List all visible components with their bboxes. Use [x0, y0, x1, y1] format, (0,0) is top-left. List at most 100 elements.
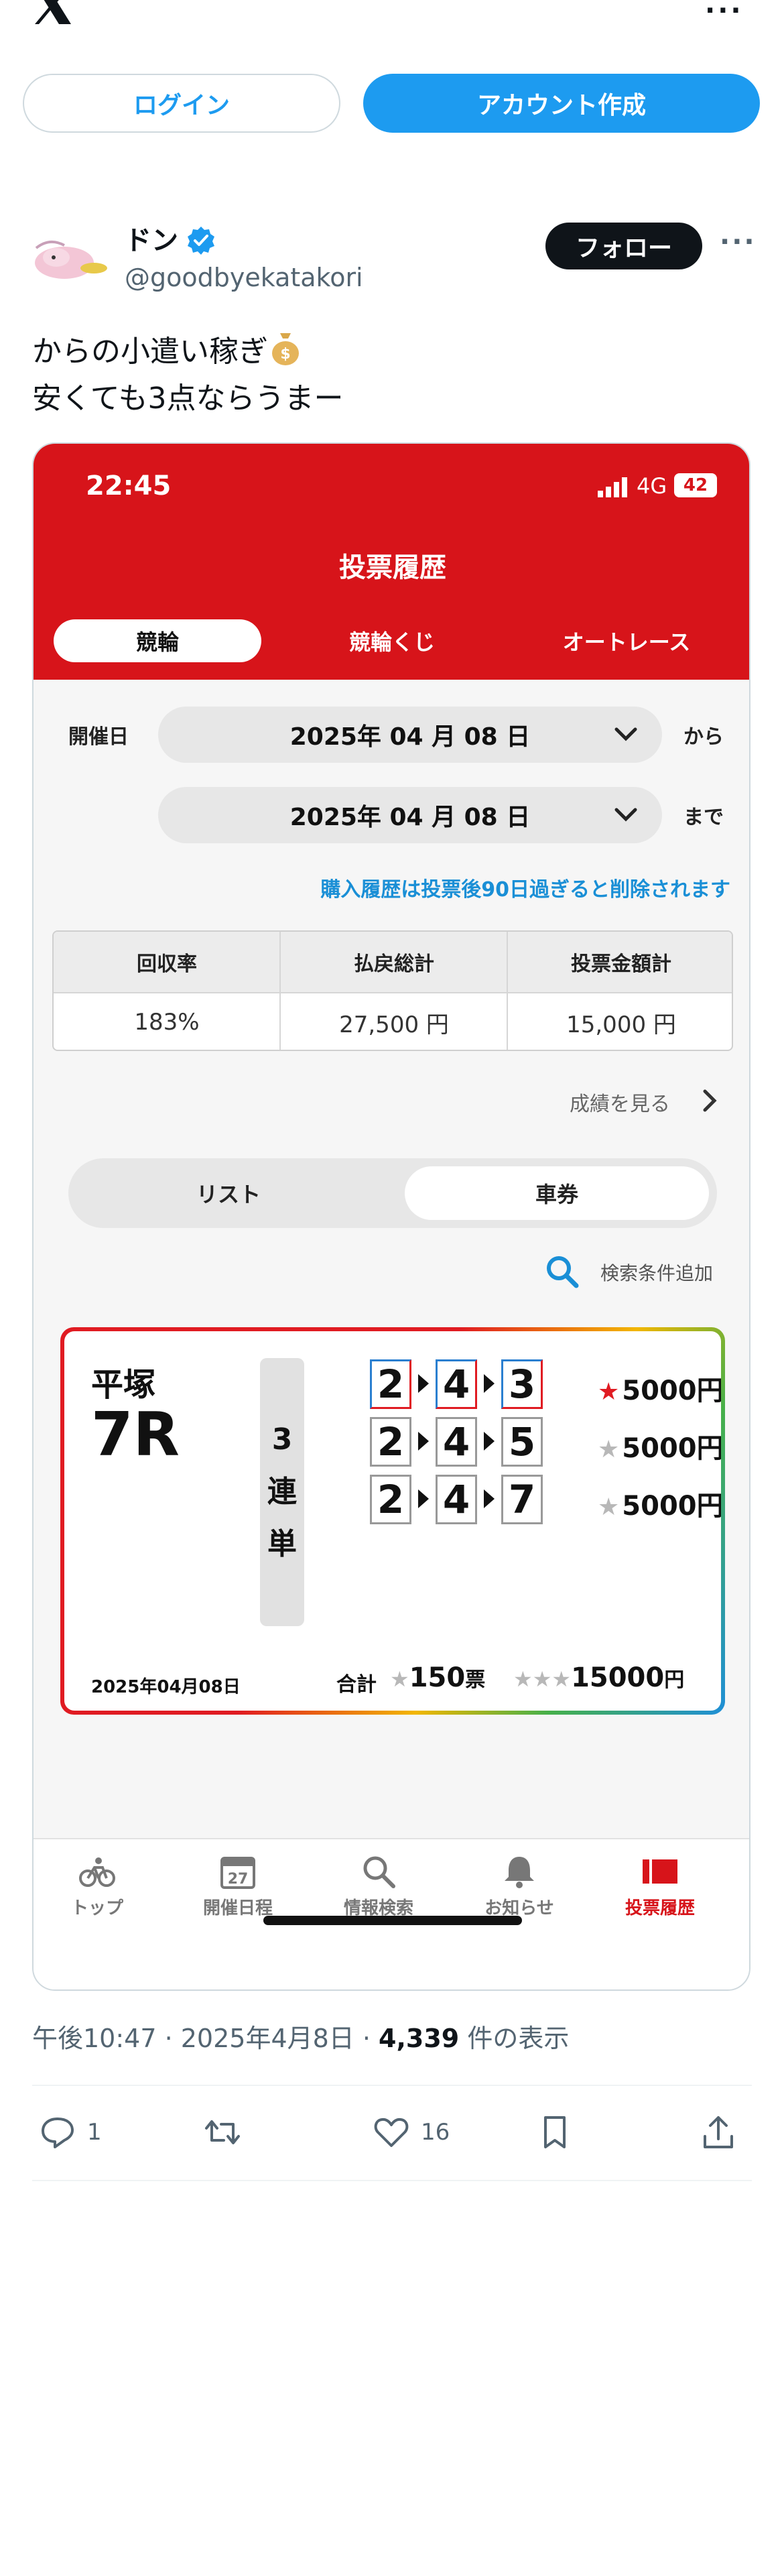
bet-number: 2	[370, 1475, 411, 1524]
bet-number: 2	[370, 1359, 411, 1409]
date-label: 開催日	[68, 725, 129, 749]
reply-button[interactable]: 1	[39, 2109, 102, 2156]
chevron-down-icon	[614, 808, 637, 822]
arrow-right-icon	[484, 1489, 495, 1508]
chevron-down-icon	[614, 727, 637, 741]
ticket-bet-type: 3連単	[260, 1358, 304, 1626]
more-icon[interactable]: ···	[705, 0, 744, 24]
star-icon: ★★★	[513, 1666, 572, 1692]
home-indicator[interactable]	[263, 1916, 522, 1925]
view-toggle: リスト 車券	[68, 1158, 717, 1228]
signal-icon	[598, 477, 627, 497]
post-meta: 午後10:47 · 2025年4月8日 · 4,339 件の表示	[32, 2018, 569, 2054]
login-button[interactable]: ログイン	[23, 74, 340, 133]
bet-number: 3	[501, 1359, 543, 1409]
star-icon: ★	[390, 1666, 409, 1692]
nav-schedule[interactable]: 27 開催日程	[174, 1854, 302, 1919]
ticket-race: 7R	[91, 1400, 180, 1470]
bell-icon	[505, 1857, 534, 1888]
star-icon: ★	[598, 1493, 620, 1521]
table-header: 回収率	[54, 932, 280, 992]
segment-list[interactable]: リスト	[76, 1166, 381, 1220]
bicycle-icon	[79, 1857, 115, 1887]
post-text-line1: からの小遣い稼ぎ	[32, 334, 268, 369]
table-divider	[279, 932, 281, 1050]
tab-keirin[interactable]: 競輪	[54, 619, 261, 662]
views-count: 4,339	[379, 2024, 460, 2053]
bet-amount: ★ 5000円	[598, 1433, 721, 1464]
calendar-icon: 27	[220, 1857, 255, 1889]
money-bag-icon: $	[272, 333, 299, 365]
divider	[32, 2180, 752, 2181]
table-cell: 15,000 円	[566, 1011, 676, 1038]
chevron-right-icon[interactable]	[700, 1089, 720, 1113]
nav-history[interactable]: 投票履歴	[596, 1854, 724, 1919]
page-title: 投票履歴	[339, 552, 446, 583]
search-add-link[interactable]: 検索条件追加	[600, 1259, 713, 1286]
tab-keirin-kuji[interactable]: 競輪くじ	[288, 619, 496, 662]
bet-number: 4	[436, 1359, 477, 1409]
table-cell: 27,500 円	[339, 1011, 449, 1038]
tab-auto-race[interactable]: オートレース	[523, 619, 730, 662]
results-link[interactable]: 成績を見る	[570, 1087, 670, 1117]
nav-search[interactable]: 情報検索	[315, 1854, 442, 1919]
star-icon: ★	[598, 1436, 620, 1463]
ticket-total-count: ★150票	[390, 1662, 486, 1693]
nav-top[interactable]: トップ	[34, 1854, 161, 1919]
arrow-right-icon	[418, 1432, 429, 1451]
retweet-button[interactable]	[204, 2109, 241, 2156]
table-header: 払戻総計	[281, 932, 507, 992]
network-type: 4G	[637, 473, 667, 499]
arrow-right-icon	[418, 1374, 429, 1393]
divider	[32, 2085, 752, 2086]
status-time: 22:45	[86, 471, 172, 501]
bet-ticket[interactable]: 平塚 7R 3連単 2 4 3 ★5000円 2 4 5 ★5000円 2	[60, 1327, 725, 1715]
like-count: 16	[421, 2119, 450, 2146]
star-icon: ★	[598, 1378, 620, 1406]
svg-text:$: $	[280, 346, 290, 363]
from-suffix: から	[683, 725, 724, 749]
views-suffix: 件の表示	[459, 2024, 570, 2053]
date-from-select[interactable]: 2025年 04 月 08 日	[158, 707, 662, 763]
bet-number: 4	[436, 1417, 477, 1467]
share-button[interactable]	[700, 2109, 737, 2156]
bookmark-button[interactable]	[536, 2109, 574, 2156]
arrow-right-icon	[484, 1432, 495, 1451]
signup-button[interactable]: アカウント作成	[363, 74, 760, 133]
segment-ticket[interactable]: 車券	[405, 1166, 709, 1220]
author-name[interactable]: ドン	[125, 219, 178, 257]
attached-image[interactable]: 22:45 4G 42 投票履歴 競輪 競輪くじ オートレース 開催日 2025…	[32, 442, 750, 1991]
like-button[interactable]: 16	[373, 2109, 450, 2156]
retweet-icon	[205, 2120, 240, 2144]
post-timestamp[interactable]: 午後10:47 · 2025年4月8日 ·	[32, 2024, 379, 2053]
post-more-icon[interactable]: ···	[720, 227, 757, 257]
bet-number: 5	[501, 1417, 543, 1467]
table-divider	[54, 992, 732, 993]
follow-button[interactable]: フォロー	[545, 223, 702, 269]
search-icon[interactable]	[544, 1253, 580, 1290]
bet-number: 4	[436, 1475, 477, 1524]
author-handle[interactable]: @goodbyekatakori	[125, 263, 363, 292]
date-from-value: 2025年 04 月 08 日	[289, 723, 531, 751]
ticket-total-amount: ★★★15000円	[513, 1662, 685, 1693]
table-header: 投票金額計	[508, 932, 732, 992]
search-icon	[363, 1856, 395, 1888]
svg-text:27: 27	[228, 1871, 249, 1888]
share-icon	[704, 2116, 733, 2148]
table-cell: 183%	[134, 1009, 200, 1036]
bottom-nav: トップ 27 開催日程 情報検索 お知らせ 投票履歴	[34, 1838, 749, 1989]
date-to-select[interactable]: 2025年 04 月 08 日	[158, 787, 662, 843]
arrow-right-icon	[484, 1374, 495, 1393]
date-to-value: 2025年 04 月 08 日	[289, 804, 531, 831]
bet-amount: ★ 5000円	[598, 1491, 721, 1522]
verified-badge-icon	[188, 227, 214, 255]
app-header: 22:45 4G 42 投票履歴 競輪 競輪くじ オートレース	[34, 444, 749, 680]
summary-table: 回収率 払戻総計 投票金額計 183% 27,500 円 15,000 円	[52, 930, 733, 1051]
bookmark-icon	[544, 2116, 566, 2148]
nav-notifications[interactable]: お知らせ	[456, 1854, 583, 1919]
bet-number: 7	[501, 1475, 543, 1524]
x-logo-icon[interactable]	[32, 0, 74, 24]
history-notice: 購入履歴は投票後90日過ぎると削除されます	[320, 878, 730, 902]
table-divider	[507, 932, 508, 1050]
avatar[interactable]	[29, 228, 109, 288]
